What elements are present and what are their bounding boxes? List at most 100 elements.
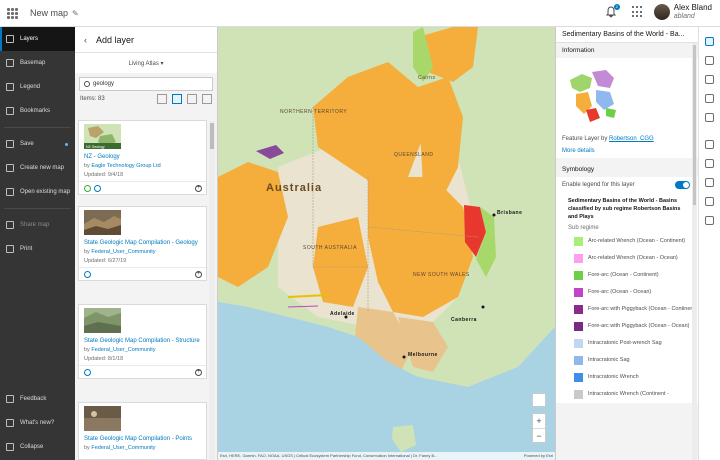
zoom-in-button[interactable]: + [533, 414, 545, 428]
label-nsw: NEW SOUTH WALES [413, 272, 470, 278]
legend-title: Sedimentary Basins of the World - Basins… [568, 198, 681, 220]
legend-swatch[interactable] [574, 339, 583, 348]
feature-owner-link[interactable]: Robertson_CGG [609, 136, 654, 142]
filter-icon[interactable] [705, 75, 714, 84]
location-icon[interactable] [705, 197, 714, 206]
source-dropdown[interactable]: Living Atlas ▾ [75, 53, 217, 73]
legend-label: Fore-arc with Piggyback (Ocean - Contine… [588, 306, 697, 312]
zoom-control: + − [532, 413, 546, 443]
card-title[interactable]: State Geologic Map Compilation - Structu… [84, 337, 206, 345]
notifications-icon[interactable]: 2 [604, 4, 620, 19]
nav-whats-new[interactable]: What's new? [0, 411, 75, 435]
nav-open-existing-map[interactable]: Open existing map [0, 180, 75, 204]
layers-icon [6, 35, 14, 43]
legend-swatch[interactable] [574, 254, 583, 263]
add-layer-button[interactable]: + [195, 368, 202, 376]
authoritative-icon [84, 184, 91, 192]
nav-print[interactable]: Print [0, 237, 75, 261]
more-details-link[interactable]: More details [562, 148, 692, 154]
nav-share-map[interactable]: Share map [0, 213, 75, 237]
right-toolbar [698, 27, 720, 460]
search-value: geology [93, 81, 115, 87]
feature-prefix: Feature Layer by [562, 136, 610, 142]
map-canvas[interactable] [218, 27, 555, 460]
card-title[interactable]: State Geologic Map Compilation - Points [84, 435, 206, 443]
legend-swatch[interactable] [574, 271, 583, 280]
layer-card[interactable]: NZ Geology NZ - Geology by Eagle Technol… [78, 120, 207, 195]
card-owner[interactable]: Federal_User_Community [91, 445, 155, 451]
legend-swatch[interactable] [574, 305, 583, 314]
legend-item: Arc-related Wrench (Ocean - Ocean) [556, 250, 698, 267]
nav-create-new-map[interactable]: Create new map [0, 156, 75, 180]
filter-icon[interactable] [187, 94, 197, 104]
card-updated: Updated: 6/27/19 [84, 258, 127, 264]
popups-icon[interactable] [705, 113, 714, 122]
nav-basemap[interactable]: Basemap [0, 51, 75, 75]
card-owner[interactable]: Federal_User_Community [91, 249, 155, 255]
effects-icon[interactable] [705, 94, 714, 103]
legend-label: Fore-arc (Ocean - Ocean) [588, 289, 652, 295]
map-view[interactable]: NORTHERN TERRITORY QUEENSLAND Australia … [218, 27, 555, 460]
nav-bookmarks[interactable]: Bookmarks [0, 99, 75, 123]
items-count: Items: 83 [80, 96, 105, 102]
card-owner[interactable]: Eagle Technology Group Ltd [91, 163, 160, 169]
search-icon[interactable] [705, 140, 714, 149]
layer-thumbnail: NZ Geology [84, 124, 121, 149]
nav-label: Save [20, 141, 34, 147]
legend-item: Intracratonic Wrench (Continent - [556, 386, 698, 403]
symbology-heading[interactable]: Symbology [556, 162, 698, 177]
search-input[interactable]: geology [79, 77, 213, 91]
nav-save[interactable]: Save [0, 132, 75, 156]
detail-view-icon[interactable] [172, 94, 182, 104]
legend-swatch[interactable] [574, 288, 583, 297]
nav-layers[interactable]: Layers [0, 27, 75, 51]
layer-card[interactable]: State Geologic Map Compilation - Structu… [78, 304, 207, 379]
layer-card[interactable]: State Geologic Map Compilation - Geology… [78, 206, 207, 281]
legend-swatch[interactable] [574, 356, 583, 365]
add-layer-button[interactable]: + [195, 184, 202, 192]
legend-item: Fore-arc with Piggyback (Ocean - Contine… [556, 301, 698, 318]
information-heading[interactable]: Information [556, 43, 698, 58]
apps-grid-icon[interactable] [631, 6, 644, 18]
legend-item: Intracratonic Sag [556, 352, 698, 369]
edit-icon[interactable]: ✎ [72, 9, 79, 18]
sort-icon[interactable] [202, 94, 212, 104]
nav-label: Create new map [20, 165, 65, 171]
nav-collapse[interactable]: Collapse [0, 435, 75, 459]
list-view-icon[interactable] [157, 94, 167, 104]
properties-scrollbar[interactable] [692, 43, 697, 460]
legend-swatch[interactable] [574, 390, 583, 399]
sketch-icon[interactable] [705, 216, 714, 225]
legend-label: Arc-related Wrench (Ocean - Ocean) [588, 255, 678, 261]
powered-by-esri[interactable]: Powered by Esri [524, 452, 553, 460]
styles-icon[interactable] [705, 56, 714, 65]
legend-icon [6, 83, 14, 91]
legend-swatch[interactable] [574, 237, 583, 246]
enable-legend-toggle[interactable] [675, 181, 690, 189]
app-launcher-icon[interactable] [7, 7, 18, 19]
user-menu[interactable]: Alex Bland abland [674, 3, 712, 21]
card-title[interactable]: NZ - Geology [84, 153, 206, 161]
measure-icon[interactable] [705, 159, 714, 168]
legend-item: Fore-arc with Piggyback (Ocean - Ocean) [556, 318, 698, 335]
card-title[interactable]: State Geologic Map Compilation - Geology [84, 239, 206, 247]
avatar[interactable] [653, 4, 670, 20]
open-map-icon [6, 188, 14, 196]
layer-card[interactable]: State Geologic Map Compilation - Points … [78, 402, 207, 460]
nav-feedback[interactable]: Feedback [0, 387, 75, 411]
home-button[interactable] [532, 393, 546, 407]
nav-label: Legend [20, 84, 41, 90]
add-layer-button[interactable]: + [195, 270, 202, 278]
directions-icon[interactable] [705, 178, 714, 187]
user-name: Alex Bland [673, 3, 712, 12]
card-owner[interactable]: Federal_User_Community [91, 347, 155, 353]
panel-scrollbar[interactable] [209, 121, 215, 460]
living-atlas-icon [84, 368, 91, 376]
properties-icon[interactable] [705, 37, 714, 46]
zoom-out-button[interactable]: − [533, 428, 545, 442]
nav-legend[interactable]: Legend [0, 75, 75, 99]
legend-swatch[interactable] [574, 322, 583, 331]
map-title[interactable]: New map [30, 8, 68, 18]
back-arrow-icon[interactable]: ‹ [84, 35, 87, 45]
legend-swatch[interactable] [574, 373, 583, 382]
